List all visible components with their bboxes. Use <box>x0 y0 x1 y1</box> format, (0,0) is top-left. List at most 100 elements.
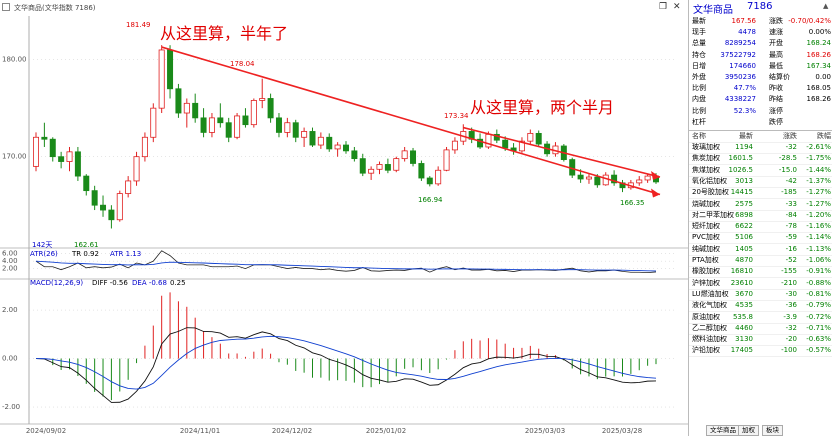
candle-body <box>401 150 408 160</box>
quote-label: 现手 <box>692 28 706 37</box>
chart-area[interactable]: 180.00 170.00 6.00 4.00 2.00 2.00 0.00 -2.00 202… <box>0 0 688 436</box>
watchlist-row[interactable]: 对二甲苯加权 6898 -84 -1.20% <box>689 210 832 222</box>
watchlist-row[interactable]: 烧碱加权 2575 -33 -1.27% <box>689 199 832 211</box>
quote-value: 168.26 <box>806 50 832 59</box>
panel-tab[interactable]: 文华商品 <box>706 425 740 436</box>
watchlist-row[interactable]: 燃料油加权 3130 -20 -0.63% <box>689 334 832 347</box>
watchlist-row[interactable]: 玻璃加权 1194 -32 -2.61% <box>689 142 832 154</box>
y-tick-atr-2: 2.00 <box>2 265 18 273</box>
watch-last: 1601.5 <box>728 154 754 163</box>
watchlist-row[interactable]: LU燃油加权 3670 -30 -0.81% <box>689 289 832 301</box>
candle-body <box>133 156 140 182</box>
quote-value: 168.05 <box>806 84 832 93</box>
watch-name: 纯碱加权 <box>692 244 720 253</box>
candle-body <box>33 136 39 167</box>
watch-change: -15.0 <box>778 165 797 174</box>
quote-label: 涨跌 <box>769 17 783 25</box>
quote-label: 内盘 <box>692 95 706 104</box>
watch-pct: -1.44% <box>806 165 831 174</box>
candle-body <box>183 102 190 114</box>
window-icon[interactable] <box>2 3 10 11</box>
panel-tab[interactable]: 加权 <box>738 425 759 436</box>
watchlist-header-col-pct[interactable]: 跌幅 <box>817 131 831 142</box>
close-button[interactable]: ✕ <box>673 2 681 12</box>
candle-body <box>158 49 165 109</box>
watchlist-row[interactable]: PTA加权 4870 -52 -1.06% <box>689 255 832 267</box>
atr-tr: TR 0.92 <box>72 250 99 258</box>
watchlist-row[interactable]: 焦炭加权 1601.5 -28.5 -1.75% <box>689 153 832 166</box>
watch-pct: -0.72% <box>806 312 831 321</box>
candle-body <box>636 179 643 184</box>
quote-row: 现手 4478 速涨 0.00% <box>689 27 832 38</box>
candle-body <box>426 177 433 185</box>
watchlist-row[interactable]: 氧化铝加权 3013 -42 -1.37% <box>689 176 832 188</box>
watch-pct: -1.14% <box>806 233 831 242</box>
candle-body <box>343 144 349 152</box>
watchlist-row[interactable]: 沪铅加权 17405 -100 -0.57% <box>689 345 832 358</box>
restore-button[interactable]: ❐ <box>659 2 667 12</box>
watchlist-header-col-name[interactable]: 名称 <box>692 131 706 142</box>
watch-last: 6622 <box>735 222 753 231</box>
watch-pct: -2.61% <box>806 143 831 151</box>
quote-value: 167.56 <box>731 17 757 25</box>
candle-body <box>41 136 48 140</box>
watchlist-row[interactable]: 焦煤加权 1026.5 -15.0 -1.44% <box>689 165 832 177</box>
quote-row: 比例 47.7% 昨收 168.05 <box>689 83 832 94</box>
candle-body <box>167 49 174 90</box>
watchlist-row[interactable]: 液化气加权 4535 -36 -0.79% <box>689 300 832 313</box>
y-tick-macd-2: -2.00 <box>2 403 20 411</box>
watchlist-header-col-last[interactable]: 最新 <box>739 131 753 142</box>
watch-change: -3.9 <box>783 312 797 321</box>
atr-average-line <box>35 260 657 272</box>
watch-pct: -1.27% <box>806 199 831 208</box>
candle-body <box>301 131 308 138</box>
watchlist-row[interactable]: 原油加权 535.8 -3.9 -0.72% <box>689 312 832 324</box>
candle-body <box>443 149 450 171</box>
watchlist-row[interactable]: 短纤加权 6622 -78 -1.16% <box>689 221 832 234</box>
watchlist-row[interactable]: 乙二醇加权 4460 -32 -0.71% <box>689 323 832 335</box>
label-low-166-35: 166.35 <box>620 199 645 207</box>
panel-scroll-up[interactable]: ▲ <box>823 2 828 10</box>
quote-label: 最新 <box>692 17 706 25</box>
watchlist-row[interactable]: 纯碱加权 1405 -16 -1.13% <box>689 244 832 256</box>
quote-row: 外盘 3950236 结算价 0.00 <box>689 72 832 83</box>
watchlist-header-col-change[interactable]: 涨跌 <box>783 131 797 142</box>
x-tick-label-1: 2024/11/01 <box>180 427 220 435</box>
panel-tab[interactable]: 板块 <box>762 425 783 436</box>
candle-body <box>393 158 400 171</box>
watch-name: 对二甲苯加权 <box>692 210 734 219</box>
watchlist-row[interactable]: 橡胶加权 16810 -155 -0.91% <box>689 266 832 279</box>
candle-body <box>66 151 73 162</box>
watch-last: 4460 <box>735 323 753 332</box>
watch-name: 短纤加权 <box>692 222 720 231</box>
candle-body <box>317 136 324 146</box>
watchlist-row[interactable]: 20号胶加权 14415 -185 -1.27% <box>689 187 832 200</box>
watchlist-row[interactable]: 沪锌加权 23610 -210 -0.88% <box>689 278 832 290</box>
watch-change: -100 <box>781 346 797 355</box>
quote-row: 日增 174660 最低 167.34 <box>689 61 832 72</box>
quote-value: 52.3% <box>733 106 756 115</box>
quote-label: 比例 <box>692 106 706 115</box>
quote-label: 昨收 <box>769 84 783 93</box>
watch-name: 烧碱加权 <box>692 199 720 208</box>
x-tick-label-3: 2025/01/02 <box>366 427 406 435</box>
candle-body <box>292 122 299 138</box>
watchlist-row[interactable]: PVC加权 5106 -59 -1.14% <box>689 232 832 245</box>
kline-chart[interactable]: 180.00170.006.004.002.002.000.00-2.00202… <box>0 0 688 436</box>
annotation-two-half-months: 从这里算，两个半月 <box>470 98 615 117</box>
watch-change: -59 <box>785 233 797 242</box>
quote-label: 杠杆 <box>692 117 706 126</box>
quote-value: 3950236 <box>724 73 756 81</box>
watch-last: 5106 <box>735 233 753 242</box>
candle-body <box>200 117 207 133</box>
quote-value: -0.70/0.42% <box>788 17 831 25</box>
watch-last: 23610 <box>730 278 753 287</box>
candle-body <box>594 176 601 186</box>
candle-body <box>175 88 182 114</box>
watch-name: 橡胶加权 <box>692 267 720 276</box>
watch-last: 2575 <box>735 199 753 208</box>
watch-pct: -0.88% <box>806 278 831 287</box>
watch-change: -16 <box>785 244 797 253</box>
panel-header: 文华商品 7186 ▲ <box>689 0 832 16</box>
quote-value: 37522792 <box>720 50 756 59</box>
